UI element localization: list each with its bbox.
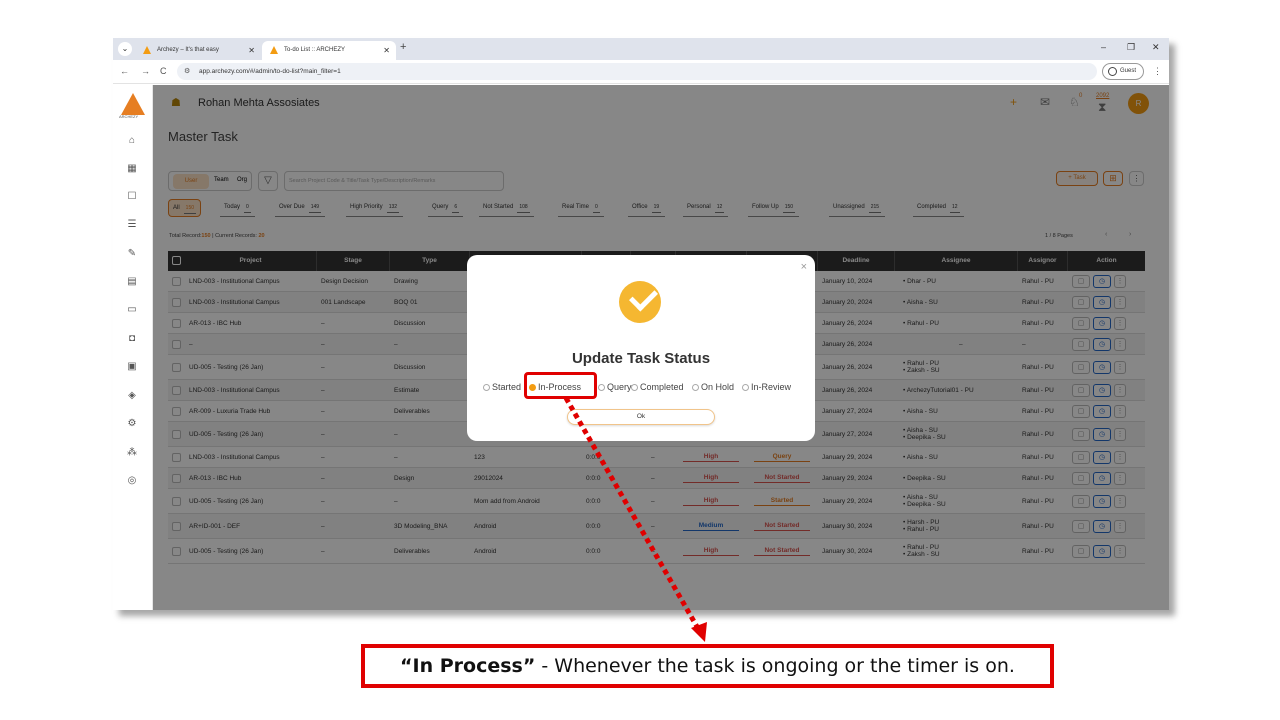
status-option-label: In-Review — [751, 382, 792, 392]
modal-close-icon[interactable]: × — [801, 261, 807, 273]
status-option-label: Query — [607, 382, 632, 392]
shield-icon[interactable]: ◈ — [126, 390, 138, 402]
tab-title: To-do List :: ARCHEZY — [284, 47, 346, 53]
status-option-label: On Hold — [701, 382, 735, 392]
tab-todo-list[interactable]: To-do List :: ARCHEZY ✕ — [262, 41, 396, 60]
gallery-icon[interactable]: ▣ — [126, 361, 138, 373]
app-area: ARCHEZY ⌂ ▦ ☐ ☰ ✎ ▤ ▭ ◘ ▣ ◈ ⚙ ⁂ ◎ ☗ Roha… — [113, 85, 1169, 610]
edit-icon[interactable]: ✎ — [126, 248, 138, 260]
in-process-highlight-box — [524, 372, 597, 399]
reload-icon[interactable]: C — [160, 66, 167, 76]
clipboard-icon[interactable]: ☐ — [126, 191, 138, 203]
url-text: app.archezy.com/#/admin/to-do-list?main_… — [199, 68, 341, 75]
arrow-head — [691, 622, 707, 642]
radio-icon[interactable] — [692, 384, 699, 391]
logo-text: ARCHEZY — [119, 114, 139, 119]
tab-bar: ⌄ Archezy – It's that easy ✕ To-do List … — [113, 38, 1169, 60]
status-option-on-hold[interactable]: On Hold — [692, 379, 734, 395]
restore-button[interactable]: ❐ — [1127, 42, 1135, 53]
new-tab-button[interactable]: + — [400, 41, 406, 53]
status-option-label: Started — [492, 382, 522, 392]
modal-title: Update Task Status — [571, 350, 711, 367]
caption-text: - Whenever the task is ongoing or the ti… — [535, 655, 1015, 677]
tab-archezy-home[interactable]: Archezy – It's that easy ✕ — [135, 41, 261, 60]
archezy-favicon-icon — [143, 46, 151, 54]
status-option-in-review[interactable]: In-Review — [742, 379, 791, 395]
radio-icon[interactable] — [483, 384, 490, 391]
network-icon[interactable]: ⁂ — [126, 447, 138, 459]
caption-box: “In Process” - Whenever the task is ongo… — [361, 644, 1054, 688]
settings-icon[interactable]: ⚙ — [126, 418, 138, 430]
status-option-query[interactable]: Query — [598, 379, 632, 395]
address-bar: ← → C ⚙ app.archezy.com/#/admin/to-do-li… — [113, 60, 1169, 84]
minimize-button[interactable]: – — [1101, 42, 1106, 52]
caption-term: “In Process” — [400, 655, 536, 677]
browser-menu-icon[interactable]: ⋮ — [1153, 66, 1162, 77]
status-option-completed[interactable]: Completed — [631, 379, 684, 395]
document-icon[interactable]: ▭ — [126, 304, 138, 316]
radio-icon[interactable] — [631, 384, 638, 391]
site-settings-icon[interactable]: ⚙ — [184, 63, 190, 80]
url-input[interactable]: ⚙ app.archezy.com/#/admin/to-do-list?mai… — [177, 63, 1097, 80]
tab-close-icon[interactable]: ✕ — [383, 41, 390, 60]
tutorial-slide: ⌄ Archezy – It's that easy ✕ To-do List … — [0, 0, 1280, 720]
status-option-started[interactable]: Started — [483, 379, 521, 395]
tab-search-icon[interactable]: ⌄ — [118, 42, 132, 56]
browser-window: ⌄ Archezy – It's that easy ✕ To-do List … — [113, 38, 1169, 610]
list-icon[interactable]: ☰ — [126, 219, 138, 231]
radio-icon[interactable] — [742, 384, 749, 391]
back-arrow-icon[interactable]: ← — [120, 66, 129, 76]
forward-arrow-icon[interactable]: → — [141, 66, 150, 76]
status-option-label: Completed — [640, 382, 684, 392]
archezy-favicon-icon — [270, 46, 278, 54]
check-circle-icon — [619, 281, 661, 323]
window-close-button[interactable]: ✕ — [1152, 42, 1160, 53]
home-icon[interactable]: ⌂ — [126, 135, 138, 147]
bag-icon[interactable]: ◘ — [126, 333, 138, 345]
tab-close-icon[interactable]: ✕ — [248, 41, 255, 60]
radio-icon[interactable] — [598, 384, 605, 391]
sidebar: ARCHEZY ⌂ ▦ ☐ ☰ ✎ ▤ ▭ ◘ ▣ ◈ ⚙ ⁂ ◎ — [113, 85, 153, 610]
profile-icon — [1108, 67, 1117, 76]
profile-label: Guest — [1120, 68, 1137, 74]
ok-button[interactable]: Ok — [567, 409, 715, 425]
tab-title: Archezy – It's that easy — [157, 47, 219, 53]
coin-icon[interactable]: ◎ — [126, 475, 138, 487]
profile-button[interactable]: Guest — [1102, 63, 1144, 80]
building-icon[interactable]: ▦ — [126, 163, 138, 175]
update-status-modal: × Update Task Status Started In-Process Qu… — [467, 255, 815, 441]
archezy-logo[interactable] — [121, 93, 145, 115]
report-icon[interactable]: ▤ — [126, 276, 138, 288]
